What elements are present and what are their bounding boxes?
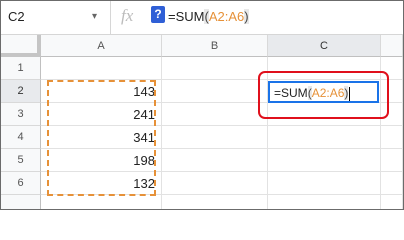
cell-formula-text: =SUM(A2:A6) xyxy=(274,86,351,101)
cell-b5[interactable] xyxy=(162,149,268,172)
spreadsheet-window: C2 ▾ fx ? =SUM(A2:A6) A B C 1 2 3 4 5 6 … xyxy=(0,0,404,210)
column-header-b[interactable]: B xyxy=(162,35,268,57)
formula-function: =SUM xyxy=(168,9,205,24)
text-cursor xyxy=(349,86,351,101)
cell-b3[interactable] xyxy=(162,103,268,126)
row-header-1[interactable]: 1 xyxy=(1,57,41,80)
formula-input[interactable]: =SUM(A2:A6) xyxy=(168,9,249,24)
column-header-c[interactable]: C xyxy=(268,35,381,57)
chevron-down-icon[interactable]: ▾ xyxy=(92,11,97,22)
name-box[interactable]: C2 ▾ xyxy=(1,1,111,34)
cell-c7[interactable] xyxy=(268,195,381,209)
cell-b4[interactable] xyxy=(162,126,268,149)
cell-a5[interactable]: 198 xyxy=(41,149,162,172)
column-header-next[interactable] xyxy=(381,35,403,57)
row-header-6[interactable]: 6 xyxy=(1,172,41,195)
help-icon[interactable]: ? xyxy=(151,6,165,23)
cell-a4[interactable]: 341 xyxy=(41,126,162,149)
cell-d3[interactable] xyxy=(381,103,403,126)
cell-a3[interactable]: 241 xyxy=(41,103,162,126)
cell-d7[interactable] xyxy=(381,195,403,209)
cell-b6[interactable] xyxy=(162,172,268,195)
cell-d2[interactable] xyxy=(381,80,403,103)
help-icon-glyph: ? xyxy=(154,7,162,21)
cell-d4[interactable] xyxy=(381,126,403,149)
edit-range-ref: A2:A6 xyxy=(311,86,345,100)
cell-a1[interactable] xyxy=(41,57,162,80)
row-header-2[interactable]: 2 xyxy=(1,80,41,103)
cell-d5[interactable] xyxy=(381,149,403,172)
cell-a6[interactable]: 132 xyxy=(41,172,162,195)
cell-d6[interactable] xyxy=(381,172,403,195)
select-all-corner[interactable] xyxy=(1,35,41,57)
cell-a2[interactable]: 143 xyxy=(41,80,162,103)
name-box-value: C2 xyxy=(8,9,25,24)
cell-b2[interactable] xyxy=(162,80,268,103)
row-header-7[interactable] xyxy=(1,195,41,209)
row-header-3[interactable]: 3 xyxy=(1,103,41,126)
cell-b7[interactable] xyxy=(162,195,268,209)
column-header-a[interactable]: A xyxy=(41,35,162,57)
formula-bar: C2 ▾ fx ? =SUM(A2:A6) xyxy=(1,1,403,35)
cell-c4[interactable] xyxy=(268,126,381,149)
row-header-5[interactable]: 5 xyxy=(1,149,41,172)
row-header-4[interactable]: 4 xyxy=(1,126,41,149)
edit-function: =SUM xyxy=(274,86,308,100)
cell-d1[interactable] xyxy=(381,57,403,80)
cell-c3[interactable] xyxy=(268,103,381,126)
formula-range-ref: A2:A6 xyxy=(208,9,245,24)
cell-a7[interactable] xyxy=(41,195,162,209)
cell-c6[interactable] xyxy=(268,172,381,195)
edit-close-paren: ) xyxy=(344,86,349,100)
cell-c5[interactable] xyxy=(268,149,381,172)
cell-b1[interactable] xyxy=(162,57,268,80)
active-cell-editor[interactable]: =SUM(A2:A6) xyxy=(268,81,379,103)
cell-c1[interactable] xyxy=(268,57,381,80)
function-icon: fx xyxy=(121,6,134,25)
formula-close-paren: ) xyxy=(244,9,249,24)
